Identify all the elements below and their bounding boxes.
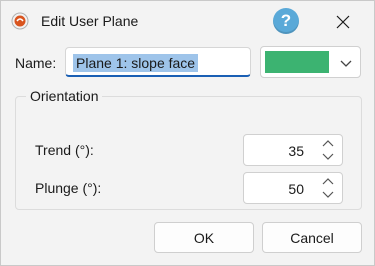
orientation-group: Orientation Trend (°): 35 Plunge (°): 50 [15, 88, 362, 210]
orientation-group-label: Orientation [30, 88, 99, 104]
plunge-label: Plunge (°): [35, 180, 102, 196]
trend-label: Trend (°): [35, 142, 94, 158]
chevron-down-icon [339, 56, 353, 68]
color-swatch [265, 51, 329, 73]
plunge-value: 50 [288, 181, 304, 197]
name-input[interactable]: Plane 1: slope face [65, 47, 251, 77]
color-dropdown[interactable] [260, 46, 361, 78]
trend-spinner[interactable]: 35 [243, 134, 343, 166]
plunge-spinner[interactable]: 50 [243, 172, 343, 204]
app-icon [11, 12, 29, 30]
name-label: Name: [15, 55, 57, 71]
name-input-value: Plane 1: slope face [73, 54, 199, 72]
cancel-button[interactable]: Cancel [262, 222, 362, 253]
ok-button[interactable]: OK [154, 222, 254, 253]
close-icon[interactable] [329, 9, 357, 35]
up-down-arrows-icon[interactable] [320, 138, 336, 162]
up-down-arrows-icon[interactable] [320, 176, 336, 200]
edit-user-plane-dialog: Edit User Plane ? Name: Plane 1: slope f… [0, 0, 375, 266]
trend-value: 35 [288, 143, 304, 159]
help-icon[interactable]: ? [273, 8, 299, 34]
title-bar: Edit User Plane ? [1, 1, 374, 41]
window-title: Edit User Plane [41, 13, 139, 29]
